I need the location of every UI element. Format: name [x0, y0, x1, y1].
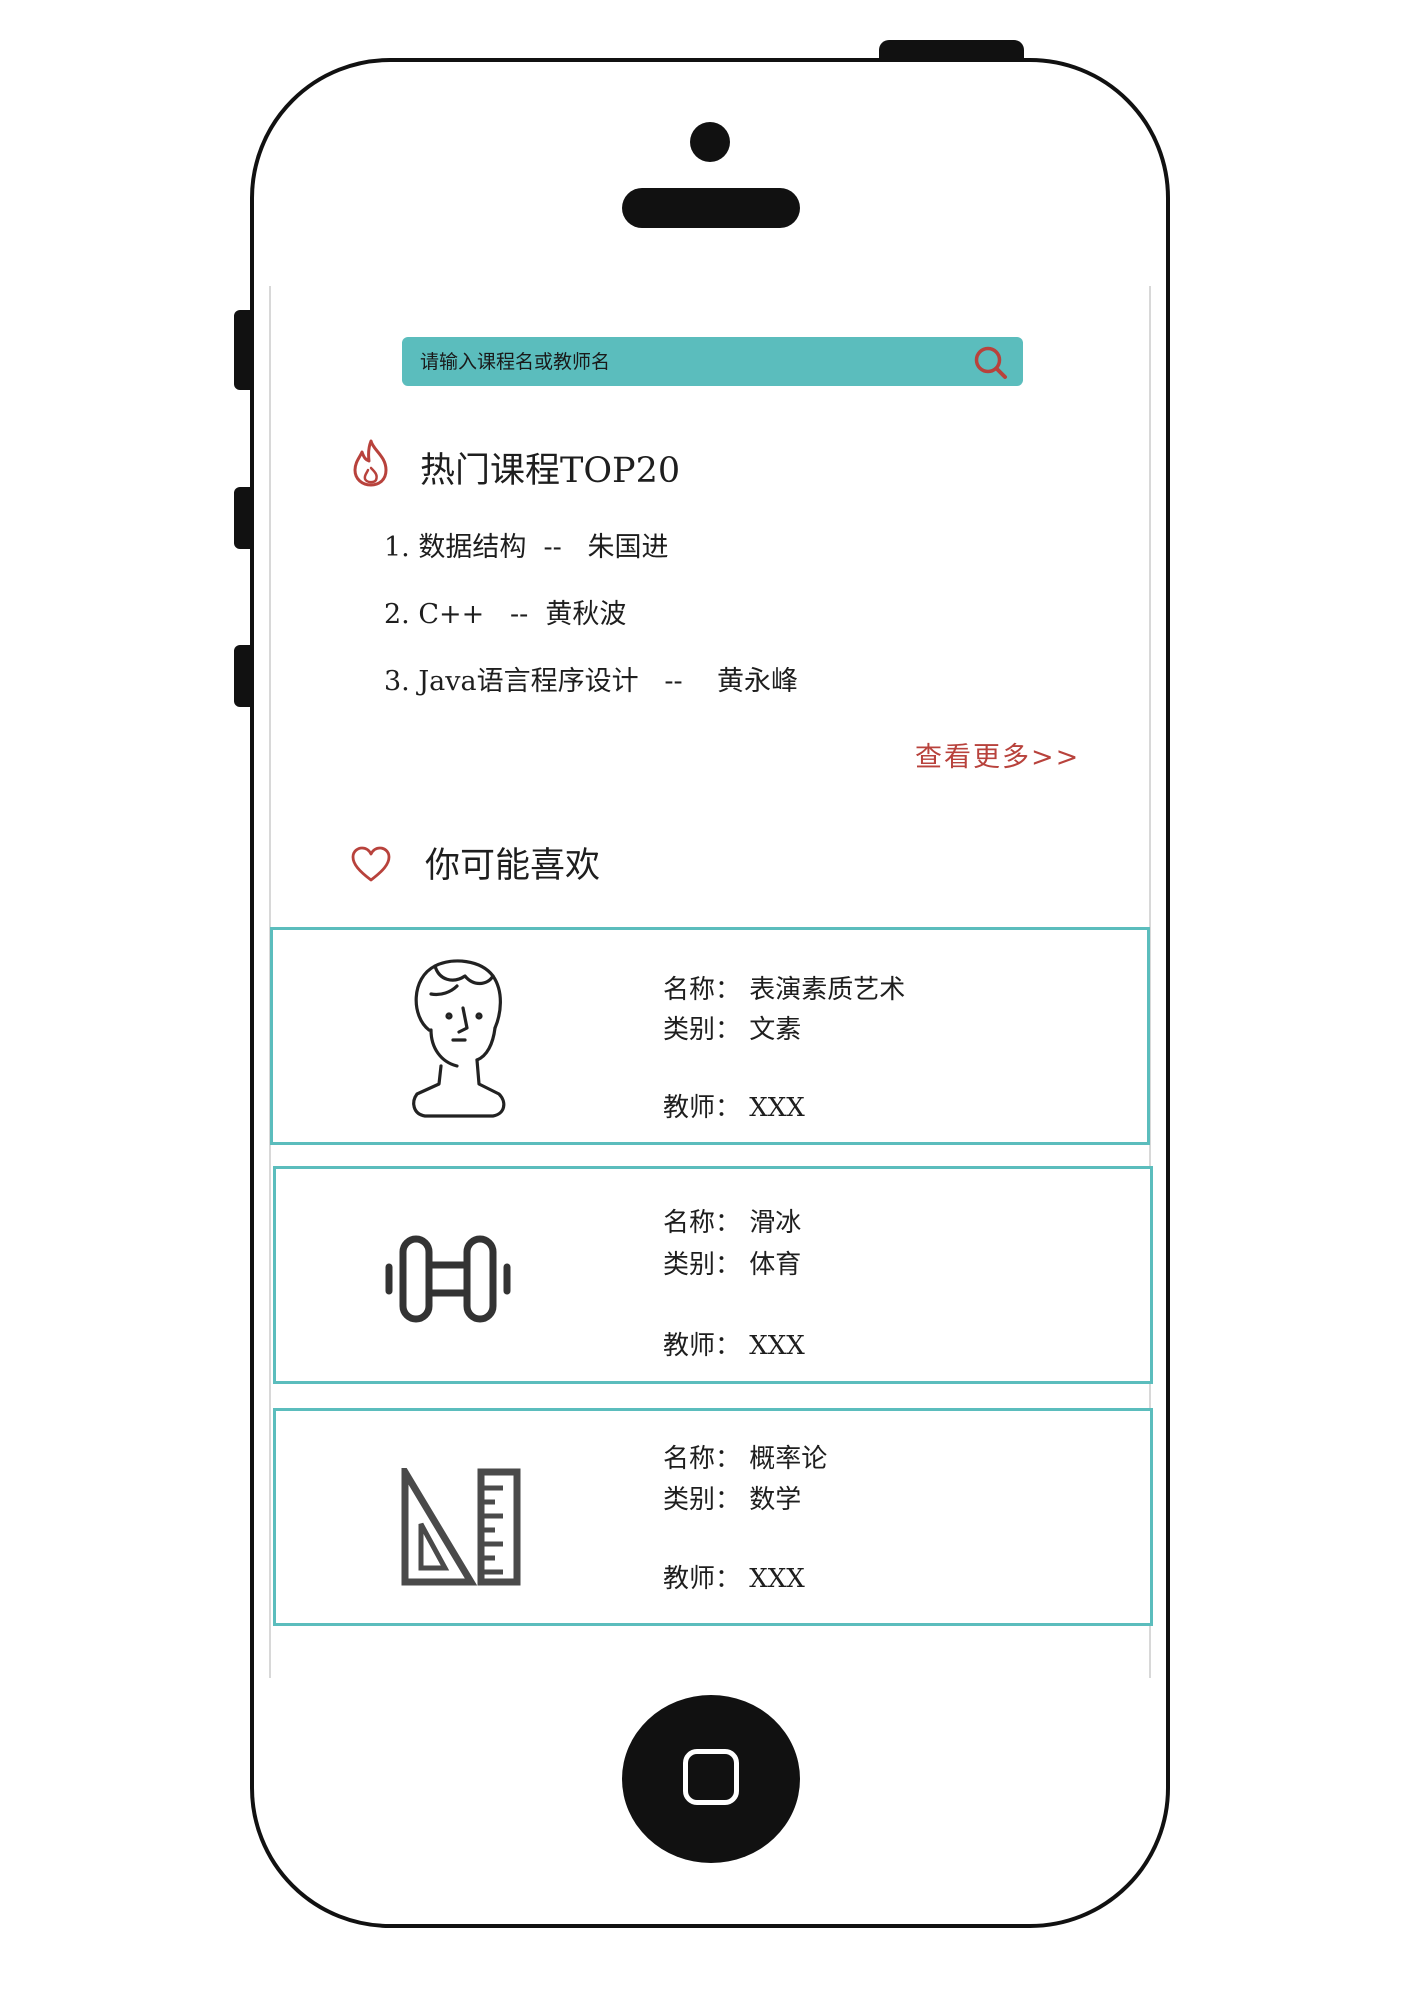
- phone-volume-down: [234, 645, 250, 707]
- course-teacher: 教师： XXX: [663, 1564, 805, 1594]
- ruler-triangle-icon: [401, 1468, 521, 1586]
- heart-icon: [351, 846, 391, 882]
- search-button[interactable]: [971, 344, 1011, 382]
- course-type: 类别： 文素: [663, 1015, 802, 1045]
- home-square-icon: [683, 1749, 739, 1805]
- earpiece-speaker: [622, 188, 800, 228]
- course-name: 名称： 表演素质艺术: [663, 975, 906, 1005]
- hot-course-item[interactable]: 3. Java语言程序设计 -- 黄永峰: [384, 659, 798, 698]
- course-name: 名称： 滑冰: [663, 1208, 802, 1238]
- course-type: 类别： 体育: [663, 1250, 802, 1280]
- dumbbell-icon: [385, 1235, 511, 1323]
- statue-bust-icon: [412, 959, 506, 1118]
- course-type: 类别： 数学: [663, 1485, 802, 1515]
- hot-courses-title: 热门课程TOP20: [420, 451, 681, 491]
- search-input[interactable]: [420, 337, 960, 386]
- view-more-link[interactable]: 查看更多>>: [915, 735, 1080, 774]
- phone-silent-switch: [234, 310, 250, 390]
- course-teacher: 教师： XXX: [663, 1093, 805, 1123]
- course-card[interactable]: 名称： 表演素质艺术 类别： 文素 教师： XXX: [270, 927, 1150, 1145]
- course-teacher: 教师： XXX: [663, 1331, 805, 1361]
- recommend-title: 你可能喜欢: [425, 846, 601, 886]
- flame-icon: [353, 439, 388, 487]
- hot-course-item[interactable]: 1. 数据结构 -- 朱国进: [384, 525, 669, 564]
- phone-volume-up: [234, 487, 250, 549]
- course-card[interactable]: 名称： 滑冰 类别： 体育 教师： XXX: [273, 1166, 1153, 1384]
- search-icon: [974, 346, 1007, 379]
- course-name: 名称： 概率论: [663, 1444, 828, 1474]
- front-camera: [690, 122, 730, 162]
- hot-course-item[interactable]: 2. C++ -- 黄秋波: [384, 592, 626, 631]
- search-bar: [402, 337, 1023, 386]
- course-card[interactable]: 名称： 概率论 类别： 数学 教师： XXX: [273, 1408, 1153, 1626]
